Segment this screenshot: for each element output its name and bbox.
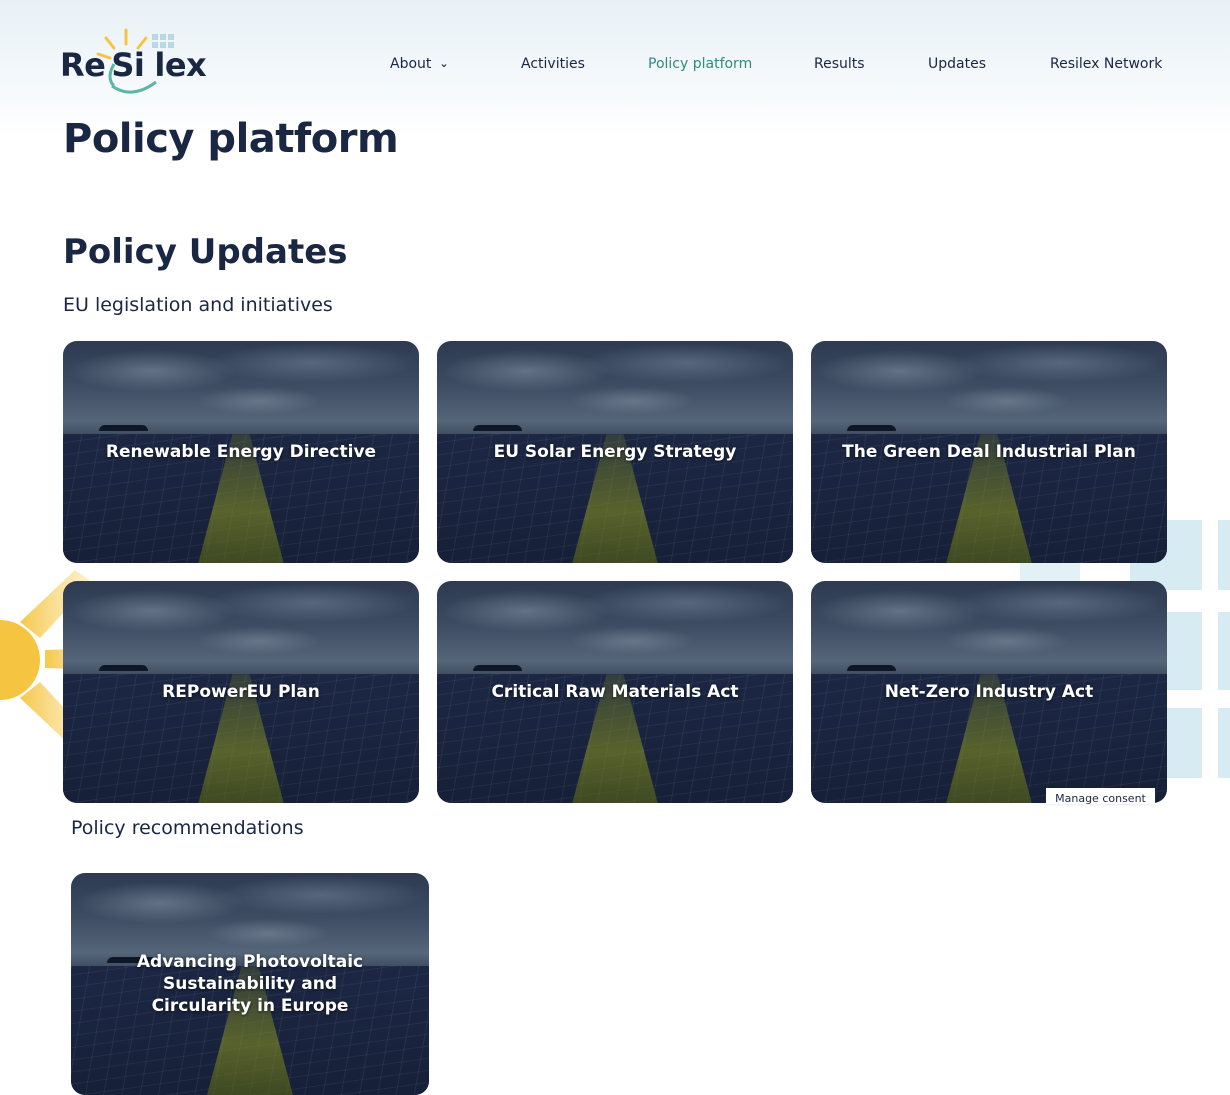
chevron-down-icon: ⌄ (439, 57, 449, 70)
card-title: REPowerEU Plan (162, 682, 320, 702)
policy-card-green-deal-industrial-plan[interactable]: The Green Deal Industrial Plan (811, 341, 1167, 563)
policy-card-repowereu-plan[interactable]: REPowerEU Plan (63, 581, 419, 803)
card-title: Advancing Photovoltaic Sustainability an… (136, 952, 364, 1016)
site-header: Re Si lex About ⌄ Activities Policy platfor… (0, 0, 1230, 110)
card-title: Renewable Energy Directive (105, 442, 377, 462)
recommendation-card-pv-sustainability[interactable]: Advancing Photovoltaic Sustainability an… (71, 873, 429, 1095)
card-title: Net-Zero Industry Act (884, 682, 1094, 702)
policy-recommendations-heading: Policy recommendations (71, 817, 304, 839)
card-title: EU Solar Energy Strategy (493, 442, 737, 462)
card-image-trees (98, 425, 149, 432)
logo-part-si: Si (111, 46, 145, 84)
policy-card-critical-raw-materials-act[interactable]: Critical Raw Materials Act (437, 581, 793, 803)
nav-resilex-network[interactable]: Resilex Network (1050, 56, 1162, 72)
card-image-trees (846, 665, 897, 672)
nav-about[interactable]: About ⌄ (390, 56, 449, 72)
policy-card-renewable-energy-directive[interactable]: Renewable Energy Directive (63, 341, 419, 563)
eu-legislation-heading: EU legislation and initiatives (63, 294, 333, 316)
card-title: Critical Raw Materials Act (491, 682, 739, 702)
nav-activities[interactable]: Activities (521, 56, 585, 72)
card-image-trees (472, 665, 523, 672)
logo-wordmark: Re Si lex (60, 46, 207, 84)
policy-card-eu-solar-energy-strategy[interactable]: EU Solar Energy Strategy (437, 341, 793, 563)
logo-part-re: Re (60, 46, 106, 84)
nav-about-label: About (390, 56, 432, 72)
nav-updates[interactable]: Updates (928, 56, 986, 72)
card-image-trees (98, 665, 149, 672)
nav-policy-platform[interactable]: Policy platform (648, 56, 752, 72)
policy-card-net-zero-industry-act[interactable]: Net-Zero Industry Act (811, 581, 1167, 803)
logo-part-lex: lex (154, 46, 207, 84)
resilex-logo[interactable]: Re Si lex (60, 24, 220, 96)
nav-results[interactable]: Results (814, 56, 865, 72)
card-image-trees (846, 425, 897, 432)
section-title: Policy Updates (63, 232, 348, 272)
page-title: Policy platform (63, 116, 399, 162)
card-image-trees (472, 425, 523, 432)
card-title: The Green Deal Industrial Plan (842, 442, 1136, 462)
manage-consent-button[interactable]: Manage consent (1046, 788, 1155, 804)
